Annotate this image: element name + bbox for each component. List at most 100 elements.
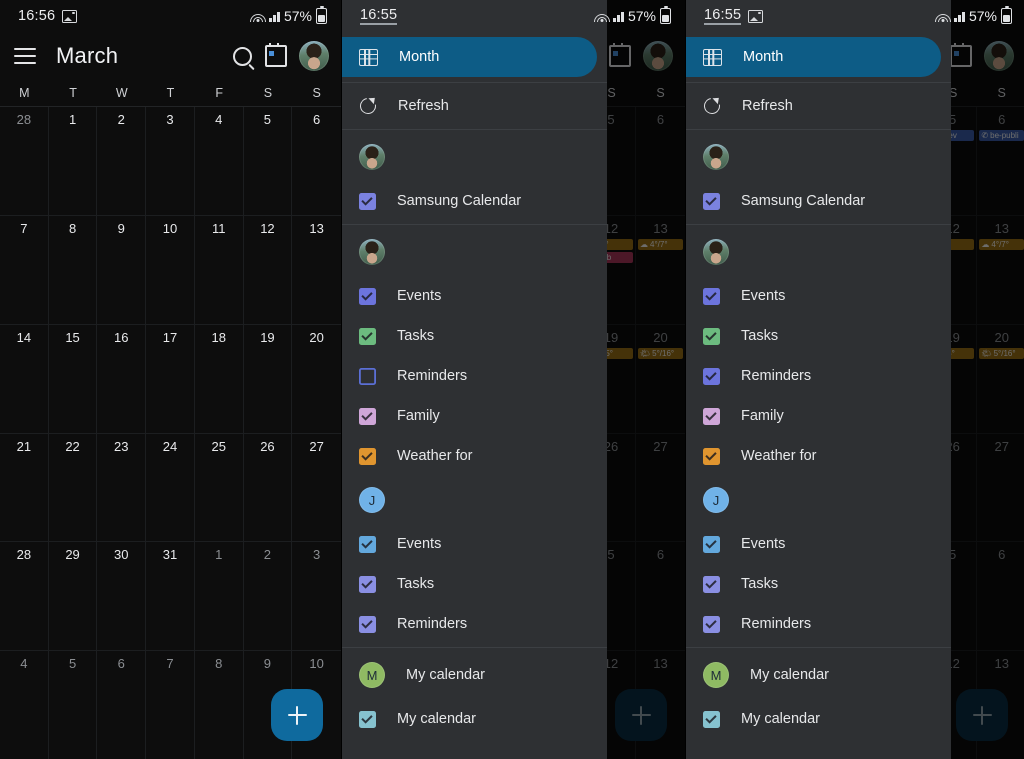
calendar-toggle-row[interactable]: Reminders bbox=[342, 356, 607, 396]
calendar-toggle-row[interactable]: Weather for bbox=[342, 436, 607, 476]
calendar-toggle-row[interactable]: Reminders bbox=[342, 604, 607, 644]
search-icon bbox=[232, 46, 252, 66]
checkbox[interactable] bbox=[359, 407, 376, 425]
account-header[interactable]: J bbox=[342, 476, 607, 524]
day-cell[interactable]: 29 bbox=[48, 542, 98, 652]
checkbox[interactable] bbox=[359, 710, 376, 728]
calendar-toggle-row[interactable]: Samsung Calendar bbox=[342, 181, 607, 221]
day-cell[interactable]: 3 bbox=[292, 542, 341, 652]
calendar-toggle-row[interactable]: Tasks bbox=[686, 316, 951, 356]
profile-avatar[interactable] bbox=[299, 41, 329, 71]
day-cell[interactable]: 8 bbox=[48, 215, 98, 325]
day-cell[interactable]: 2 bbox=[243, 542, 293, 652]
checkbox[interactable] bbox=[359, 287, 376, 305]
drawer-item-refresh[interactable]: Refresh bbox=[686, 86, 951, 126]
calendar-toggle-row[interactable]: Family bbox=[342, 396, 607, 436]
calendar-toggle-row[interactable]: Samsung Calendar bbox=[686, 181, 951, 221]
calendar-toggle-row[interactable]: Reminders bbox=[686, 604, 951, 644]
checkbox[interactable] bbox=[359, 535, 376, 553]
day-cell[interactable]: 2 bbox=[97, 107, 147, 216]
day-cell[interactable]: 25 bbox=[194, 433, 244, 543]
account-header[interactable] bbox=[686, 133, 951, 181]
day-cell[interactable]: 15 bbox=[48, 324, 98, 434]
day-cell[interactable]: 10 bbox=[146, 215, 195, 325]
drawer-item-month[interactable]: Month bbox=[686, 37, 941, 77]
day-cell[interactable]: 6 bbox=[292, 107, 341, 216]
calendar-toggle-row[interactable]: Tasks bbox=[686, 564, 951, 604]
checkbox[interactable] bbox=[703, 447, 720, 465]
day-cell[interactable]: 24 bbox=[146, 433, 195, 543]
calendar-toggle-row[interactable]: Events bbox=[686, 524, 951, 564]
today-button[interactable] bbox=[259, 39, 293, 73]
day-cell[interactable]: 21 bbox=[0, 433, 49, 543]
day-cell[interactable]: 23 bbox=[97, 433, 147, 543]
calendar-toggle-row[interactable]: Tasks bbox=[342, 316, 607, 356]
day-cell[interactable]: 14 bbox=[0, 324, 49, 434]
calendar-toggle-row[interactable]: Family bbox=[686, 396, 951, 436]
day-cell[interactable]: 1 bbox=[194, 542, 244, 652]
checkbox[interactable] bbox=[359, 368, 376, 385]
checkbox[interactable] bbox=[359, 327, 376, 345]
drawer-item-month[interactable]: Month bbox=[342, 37, 597, 77]
day-cell[interactable]: 30 bbox=[97, 542, 147, 652]
calendar-toggle-row[interactable]: Events bbox=[342, 524, 607, 564]
checkbox[interactable] bbox=[703, 287, 720, 305]
checkbox[interactable] bbox=[359, 615, 376, 633]
checkbox[interactable] bbox=[703, 327, 720, 345]
day-cell[interactable]: 17 bbox=[146, 324, 195, 434]
day-cell[interactable]: 19 bbox=[243, 324, 293, 434]
checkbox[interactable] bbox=[703, 367, 720, 385]
day-cell[interactable]: 12 bbox=[243, 215, 293, 325]
checkbox[interactable] bbox=[359, 575, 376, 593]
search-button[interactable] bbox=[225, 39, 259, 73]
day-cell[interactable]: 9 bbox=[97, 215, 147, 325]
day-cell[interactable]: 20 bbox=[292, 325, 341, 434]
day-cell[interactable]: 13 bbox=[292, 216, 341, 325]
hamburger-menu-icon[interactable] bbox=[12, 45, 38, 67]
account-header[interactable] bbox=[342, 228, 607, 276]
add-event-button[interactable] bbox=[271, 689, 323, 741]
navigation-drawer: 16:55 Month Refresh Samsung Calendar Events… bbox=[686, 0, 951, 759]
drawer-item-refresh[interactable]: Refresh bbox=[342, 86, 607, 126]
day-cell[interactable]: 4 bbox=[0, 651, 49, 759]
day-cell[interactable]: 3 bbox=[146, 107, 195, 216]
checkbox[interactable] bbox=[703, 615, 720, 633]
calendar-toggle-row[interactable]: Events bbox=[342, 276, 607, 316]
calendar-toggle-row[interactable]: Reminders bbox=[686, 356, 951, 396]
account-header[interactable] bbox=[686, 228, 951, 276]
day-cell[interactable]: 22 bbox=[48, 433, 98, 543]
checkbox[interactable] bbox=[703, 535, 720, 553]
day-cell[interactable]: 31 bbox=[146, 542, 195, 652]
checkbox[interactable] bbox=[703, 575, 720, 593]
checkbox[interactable] bbox=[703, 192, 720, 210]
day-cell[interactable]: 5 bbox=[49, 651, 98, 759]
day-cell[interactable]: 8 bbox=[195, 651, 244, 759]
account-header[interactable]: M My calendar bbox=[342, 651, 607, 699]
day-cell[interactable]: 4 bbox=[194, 107, 244, 216]
day-cell[interactable]: 27 bbox=[292, 434, 341, 543]
day-cell[interactable]: 11 bbox=[194, 215, 244, 325]
drawer-item-label: Month bbox=[743, 49, 784, 65]
day-cell[interactable]: 7 bbox=[0, 215, 49, 325]
calendar-toggle-row[interactable]: Weather for bbox=[686, 436, 951, 476]
account-header[interactable] bbox=[342, 133, 607, 181]
checkbox[interactable] bbox=[359, 192, 376, 210]
day-cell[interactable]: 5 bbox=[243, 107, 293, 216]
checkbox[interactable] bbox=[703, 407, 720, 425]
day-cell[interactable]: 7 bbox=[146, 651, 195, 759]
day-cell[interactable]: 18 bbox=[194, 324, 244, 434]
day-cell[interactable]: 26 bbox=[243, 433, 293, 543]
calendar-toggle-row[interactable]: My calendar bbox=[342, 699, 607, 739]
day-cell[interactable]: 6 bbox=[97, 651, 147, 759]
calendar-toggle-row[interactable]: Events bbox=[686, 276, 951, 316]
calendar-toggle-row[interactable]: Tasks bbox=[342, 564, 607, 604]
day-cell[interactable]: 28 bbox=[0, 542, 49, 652]
account-header[interactable]: J bbox=[686, 476, 951, 524]
day-cell[interactable]: 28 bbox=[0, 107, 49, 216]
checkbox[interactable] bbox=[703, 710, 720, 728]
account-header[interactable]: M My calendar bbox=[686, 651, 951, 699]
day-cell[interactable]: 1 bbox=[48, 107, 98, 216]
day-cell[interactable]: 16 bbox=[97, 324, 147, 434]
calendar-toggle-row[interactable]: My calendar bbox=[686, 699, 951, 739]
checkbox[interactable] bbox=[359, 447, 376, 465]
